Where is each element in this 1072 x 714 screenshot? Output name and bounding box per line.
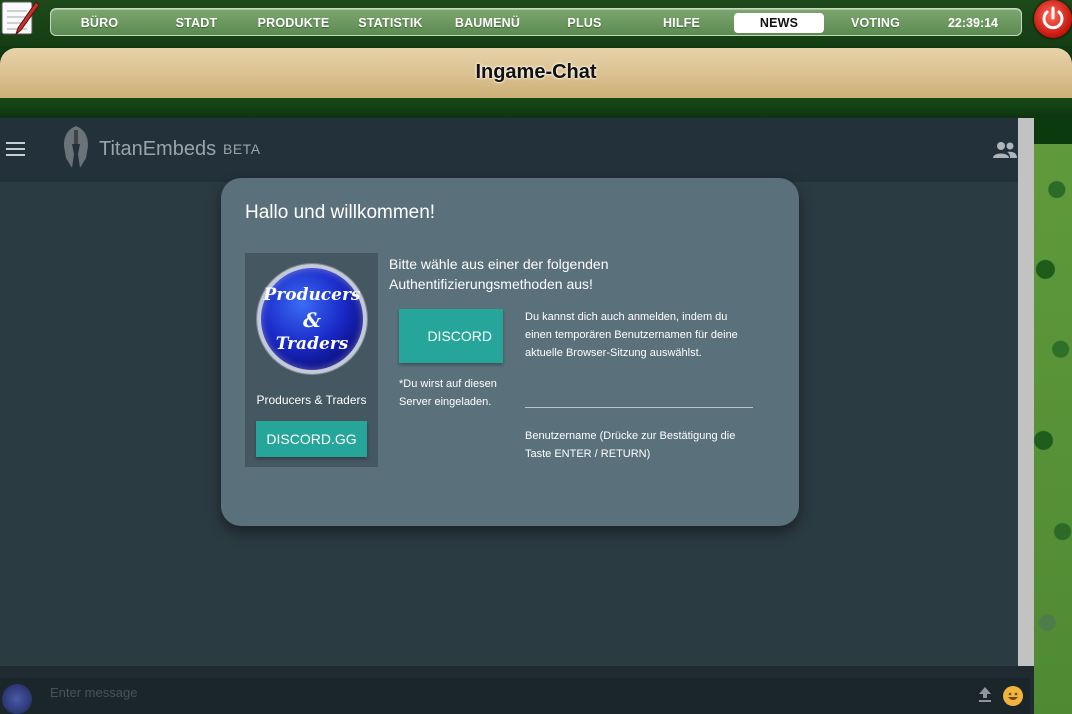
emoji-icon[interactable]: [1003, 686, 1023, 706]
embed-topbar: TitanEmbeds BETA: [0, 118, 1018, 182]
server-logo-line: Producers: [263, 285, 361, 305]
username-input[interactable]: [525, 392, 753, 408]
chat-header: Ingame-Chat: [0, 48, 1072, 98]
nav-item-stadt[interactable]: STADT: [148, 13, 245, 33]
invite-note: *Du wirst auf diesen Server eingeladen.: [399, 378, 497, 408]
server-card: Producers & Traders Producers & Traders …: [245, 253, 378, 467]
game-top-bar: BÜRO STADT PRODUKTE STATISTIK BAUMENÜ PL…: [0, 0, 1072, 46]
nav-item-news[interactable]: NEWS: [734, 13, 824, 33]
nav-item-buero[interactable]: BÜRO: [51, 13, 148, 33]
nav-item-plus[interactable]: PLUS: [536, 13, 633, 33]
username-label: Benutzername (Drücke zur Bestätigung die…: [525, 430, 736, 460]
message-input[interactable]: [50, 682, 950, 702]
landscape-edge: [1034, 118, 1072, 144]
main-nav: BÜRO STADT PRODUKTE STATISTIK BAUMENÜ PL…: [50, 8, 1022, 36]
upload-icon[interactable]: [978, 686, 992, 702]
game-landscape: [1034, 144, 1072, 714]
nav-item-baumenue[interactable]: BAUMENÜ: [439, 13, 536, 33]
discord-gg-button[interactable]: DISCORD.GG: [256, 421, 367, 457]
users-icon[interactable]: [993, 141, 1017, 159]
menu-icon[interactable]: [6, 142, 25, 158]
nav-item-voting[interactable]: VOTING: [827, 13, 924, 33]
nav-item-statistik[interactable]: STATISTIK: [342, 13, 439, 33]
modal-title: Hallo und willkommen!: [245, 202, 436, 223]
server-name: Producers & Traders: [256, 393, 367, 407]
server-logo-line: Traders: [275, 334, 349, 354]
server-logo-line: &: [302, 308, 322, 332]
avatar[interactable]: [2, 684, 32, 714]
welcome-modal: Hallo und willkommen! Producers & Trader…: [221, 178, 799, 526]
header-divider: [0, 98, 1072, 118]
server-logo: Producers & Traders: [257, 264, 367, 374]
notepad-icon[interactable]: [0, 0, 40, 38]
auth-prompt: Bitte wähle aus einer der folgenden Auth…: [389, 256, 609, 292]
logout-button[interactable]: [1034, 0, 1072, 38]
chat-embed: TitanEmbeds BETA Hallo und willkommen! P…: [0, 118, 1034, 714]
discord-login-button[interactable]: DISCORD: [399, 309, 503, 363]
brand-badge: BETA: [223, 141, 261, 157]
temp-username-note: Du kannst dich auch anmelden, indem du e…: [525, 311, 738, 359]
clock: 22:39:14: [947, 16, 999, 30]
brand-name: TitanEmbeds: [99, 138, 217, 160]
nav-item-produkte[interactable]: PRODUKTE: [245, 13, 342, 33]
helmet-logo-icon: [64, 126, 88, 168]
message-bar: [0, 666, 1034, 714]
nav-item-hilfe[interactable]: HILFE: [633, 13, 730, 33]
page-title: Ingame-Chat: [475, 61, 597, 83]
scrollbar[interactable]: [1018, 118, 1034, 666]
power-icon: [1042, 6, 1064, 30]
